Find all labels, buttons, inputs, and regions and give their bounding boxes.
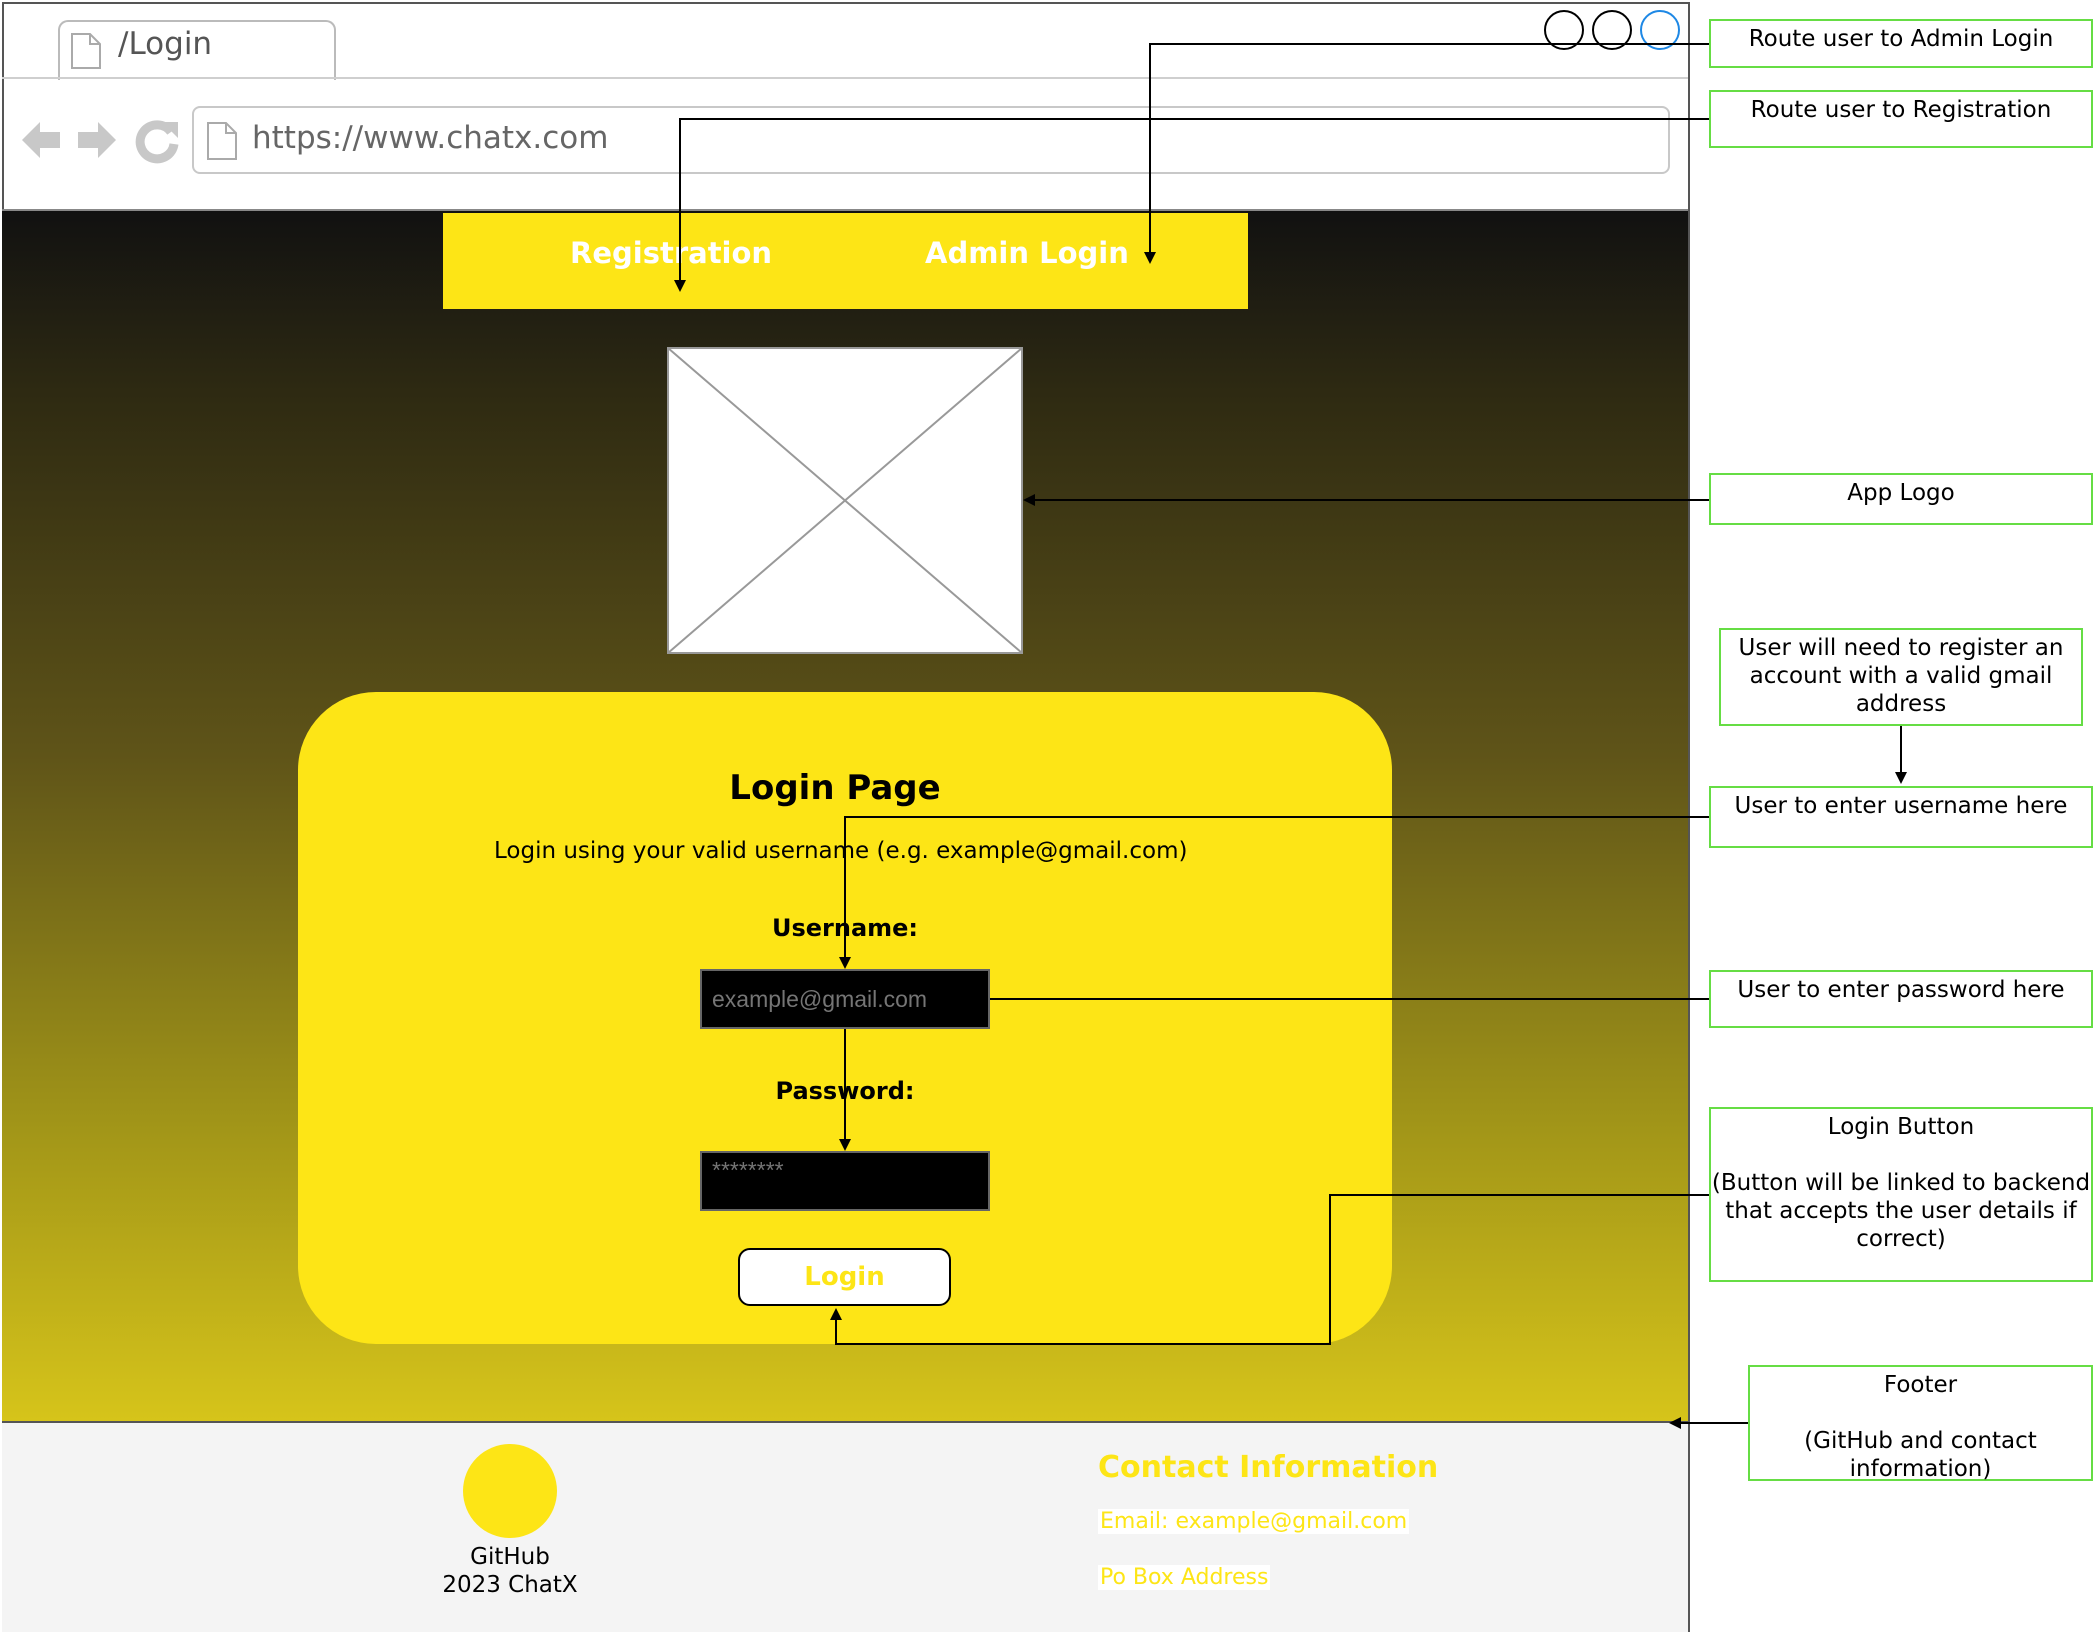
app-logo-placeholder-icon [667, 347, 1023, 654]
window-controls [1544, 10, 1680, 50]
window-circle-3-icon[interactable] [1640, 10, 1680, 50]
annotation-username: User to enter username here [1709, 786, 2093, 848]
tab-separator [2, 77, 1688, 79]
window-circle-2-icon[interactable] [1592, 10, 1632, 50]
annotation-register-note: User will need to register an account wi… [1719, 628, 2083, 726]
annotation-login-button: Login Button (Button will be linked to b… [1709, 1107, 2093, 1282]
url-text[interactable]: https://www.chatx.com [252, 120, 608, 156]
annotation-footer: Footer (GitHub and contact information) [1748, 1365, 2093, 1482]
back-arrow-icon[interactable] [20, 118, 62, 162]
copyright-label: 2023 ChatX [442, 1572, 578, 1598]
contact-address: Po Box Address [1098, 1565, 1271, 1590]
annotation-password: User to enter password here [1709, 970, 2093, 1028]
nav-admin-login-link[interactable]: Admin Login [925, 236, 1129, 270]
github-text: GitHub 2023 ChatX [400, 1543, 620, 1599]
password-label: Password: [775, 1077, 915, 1105]
window-circle-1-icon[interactable] [1544, 10, 1584, 50]
page-icon [71, 33, 101, 69]
login-title: Login Page [729, 768, 941, 808]
github-icon[interactable] [463, 1444, 557, 1538]
reload-icon[interactable] [134, 118, 180, 164]
forward-arrow-icon[interactable] [76, 118, 118, 162]
annotation-registration: Route user to Registration [1709, 90, 2093, 148]
username-input[interactable] [700, 969, 990, 1029]
annotation-app-logo: App Logo [1709, 473, 2093, 525]
nav-registration-link[interactable]: Registration [570, 236, 772, 270]
password-input[interactable] [700, 1151, 990, 1211]
url-page-icon [207, 122, 237, 160]
github-label[interactable]: GitHub [400, 1543, 620, 1571]
username-label: Username: [771, 914, 919, 942]
contact-email[interactable]: Email: example@gmail.com [1098, 1509, 1410, 1534]
contact-title: Contact Information [1098, 1450, 1439, 1485]
tab-title: /Login [118, 26, 213, 62]
annotation-admin-login: Route user to Admin Login [1709, 19, 2093, 68]
login-button[interactable]: Login [738, 1248, 951, 1306]
login-subtitle: Login using your valid username (e.g. ex… [494, 838, 1188, 864]
